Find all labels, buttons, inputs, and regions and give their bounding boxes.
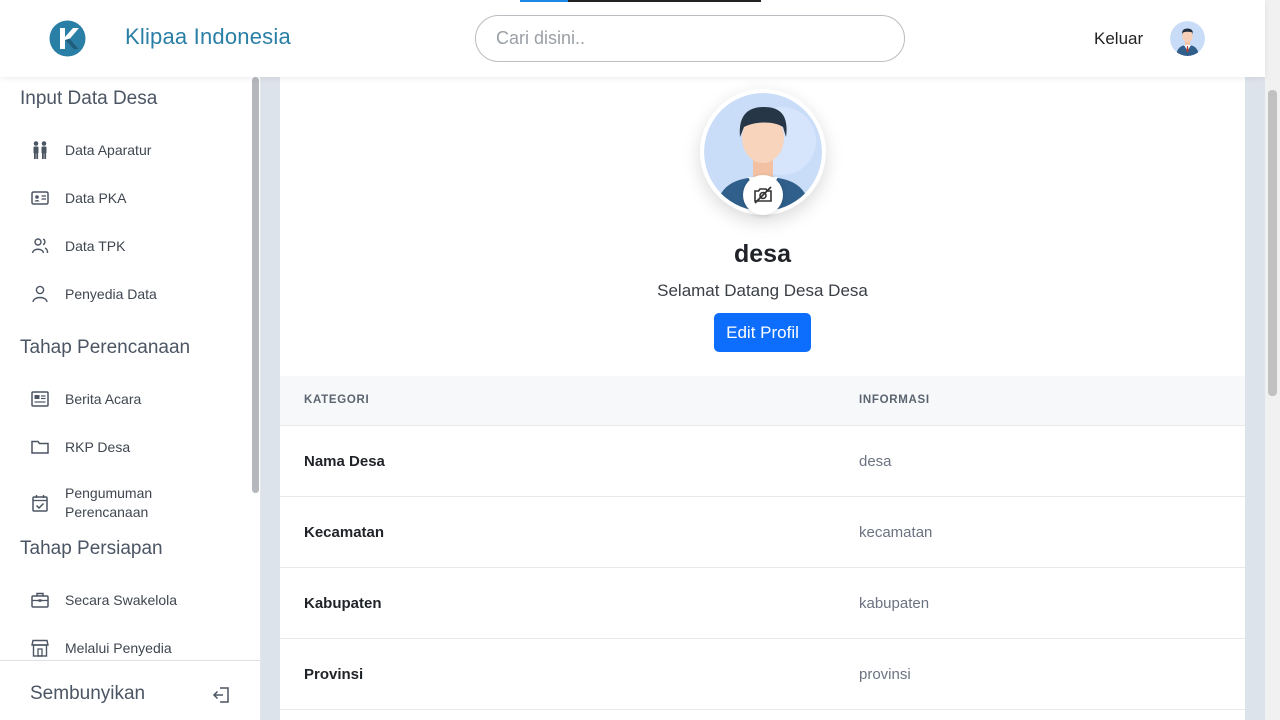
- change-photo-button[interactable]: [743, 175, 783, 215]
- sidebar-item-data-tpk[interactable]: Data TPK: [28, 234, 248, 258]
- row-value: provinsi: [859, 666, 911, 683]
- row-key: Kecamatan: [304, 524, 385, 541]
- sidebar-item-pengumuman-perencanaan[interactable]: Pengumuman Perencanaan: [28, 484, 248, 522]
- id-card-icon: [28, 186, 52, 210]
- brand-name[interactable]: Klipaa Indonesia: [125, 24, 291, 50]
- row-value: kabupaten: [859, 595, 930, 612]
- row-key: Nama Desa: [304, 453, 385, 470]
- sidebar-item-label: Penyedia Data: [65, 285, 157, 302]
- user-avatar[interactable]: [1170, 21, 1205, 56]
- exit-icon[interactable]: [211, 685, 231, 705]
- sidebar-item-label: Data TPK: [65, 237, 126, 254]
- sidebar-section-tahap-persiapan: Tahap Persiapan: [20, 538, 163, 559]
- page-load-progress-bar: [520, 0, 761, 2]
- table-row: Nama Desa desa: [280, 426, 1245, 497]
- sidebar-item-label: Secara Swakelola: [65, 591, 178, 608]
- sidebar-item-label: Pengumuman Perencanaan: [65, 485, 153, 520]
- calendar-check-icon: [28, 491, 52, 515]
- column-header-informasi: INFORMASI: [859, 394, 930, 406]
- sidebar-footer: Sembunyikan: [0, 660, 260, 720]
- profile-content: desa Selamat Datang Desa Desa Edit Profi…: [280, 77, 1245, 720]
- user-icon: [28, 282, 52, 306]
- sidebar-item-label: Data PKA: [65, 189, 127, 206]
- shop-icon: [28, 636, 52, 660]
- row-value: kecamatan: [859, 524, 933, 541]
- sidebar-section-tahap-perencanaan: Tahap Perencanaan: [20, 337, 191, 358]
- hide-sidebar-button[interactable]: Sembunyikan: [30, 683, 145, 705]
- sidebar-scrollbar[interactable]: [252, 77, 259, 493]
- klipaa-logo[interactable]: [49, 20, 86, 57]
- top-header: Klipaa Indonesia Keluar: [0, 0, 1265, 77]
- column-header-kategori: KATEGORI: [304, 394, 370, 406]
- table-row: Kabupaten kabupaten: [280, 568, 1245, 639]
- sidebar-item-rkp-desa[interactable]: RKP Desa: [28, 435, 248, 459]
- table-row: Kecamatan kecamatan: [280, 497, 1245, 568]
- sidebar: Input Data Desa Data Aparatur Data PKA D…: [0, 77, 261, 720]
- sidebar-item-berita-acara[interactable]: Berita Acara: [28, 387, 248, 411]
- newspaper-icon: [28, 387, 52, 411]
- sidebar-item-data-aparatur[interactable]: Data Aparatur: [28, 138, 248, 162]
- sidebar-item-label: Data Aparatur: [65, 141, 152, 158]
- logout-link[interactable]: Keluar: [1094, 29, 1143, 49]
- sidebar-item-penyedia-data[interactable]: Penyedia Data: [28, 282, 248, 306]
- profile-info-table: KATEGORI INFORMASI Nama Desa desa Kecama…: [280, 376, 1245, 710]
- sidebar-item-label: Melalui Penyedia: [65, 639, 172, 656]
- sidebar-item-secara-swakelola[interactable]: Secara Swakelola: [28, 588, 248, 612]
- welcome-text: Selamat Datang Desa Desa: [657, 281, 868, 300]
- users-icon: [28, 234, 52, 258]
- briefcase-icon: [28, 588, 52, 612]
- page-scrollbar-thumb[interactable]: [1268, 90, 1277, 396]
- row-value: desa: [859, 453, 892, 470]
- sidebar-item-label: RKP Desa: [65, 438, 131, 455]
- edit-profile-button[interactable]: Edit Profil: [714, 313, 811, 352]
- page-scrollbar[interactable]: [1265, 0, 1280, 720]
- table-header: KATEGORI INFORMASI: [280, 376, 1245, 426]
- camera-off-icon: [754, 186, 772, 204]
- sidebar-item-label: Berita Acara: [65, 390, 142, 407]
- sidebar-section-input-data-desa: Input Data Desa: [20, 88, 158, 109]
- row-key: Kabupaten: [304, 595, 382, 612]
- profile-name: desa: [734, 240, 791, 268]
- sidebar-item-melalui-penyedia[interactable]: Melalui Penyedia: [28, 636, 248, 660]
- sidebar-item-data-pka[interactable]: Data PKA: [28, 186, 248, 210]
- row-key: Provinsi: [304, 666, 364, 683]
- table-row: Provinsi provinsi: [280, 639, 1245, 710]
- search-input[interactable]: [475, 15, 905, 62]
- folder-icon: [28, 435, 52, 459]
- people-icon: [28, 138, 52, 162]
